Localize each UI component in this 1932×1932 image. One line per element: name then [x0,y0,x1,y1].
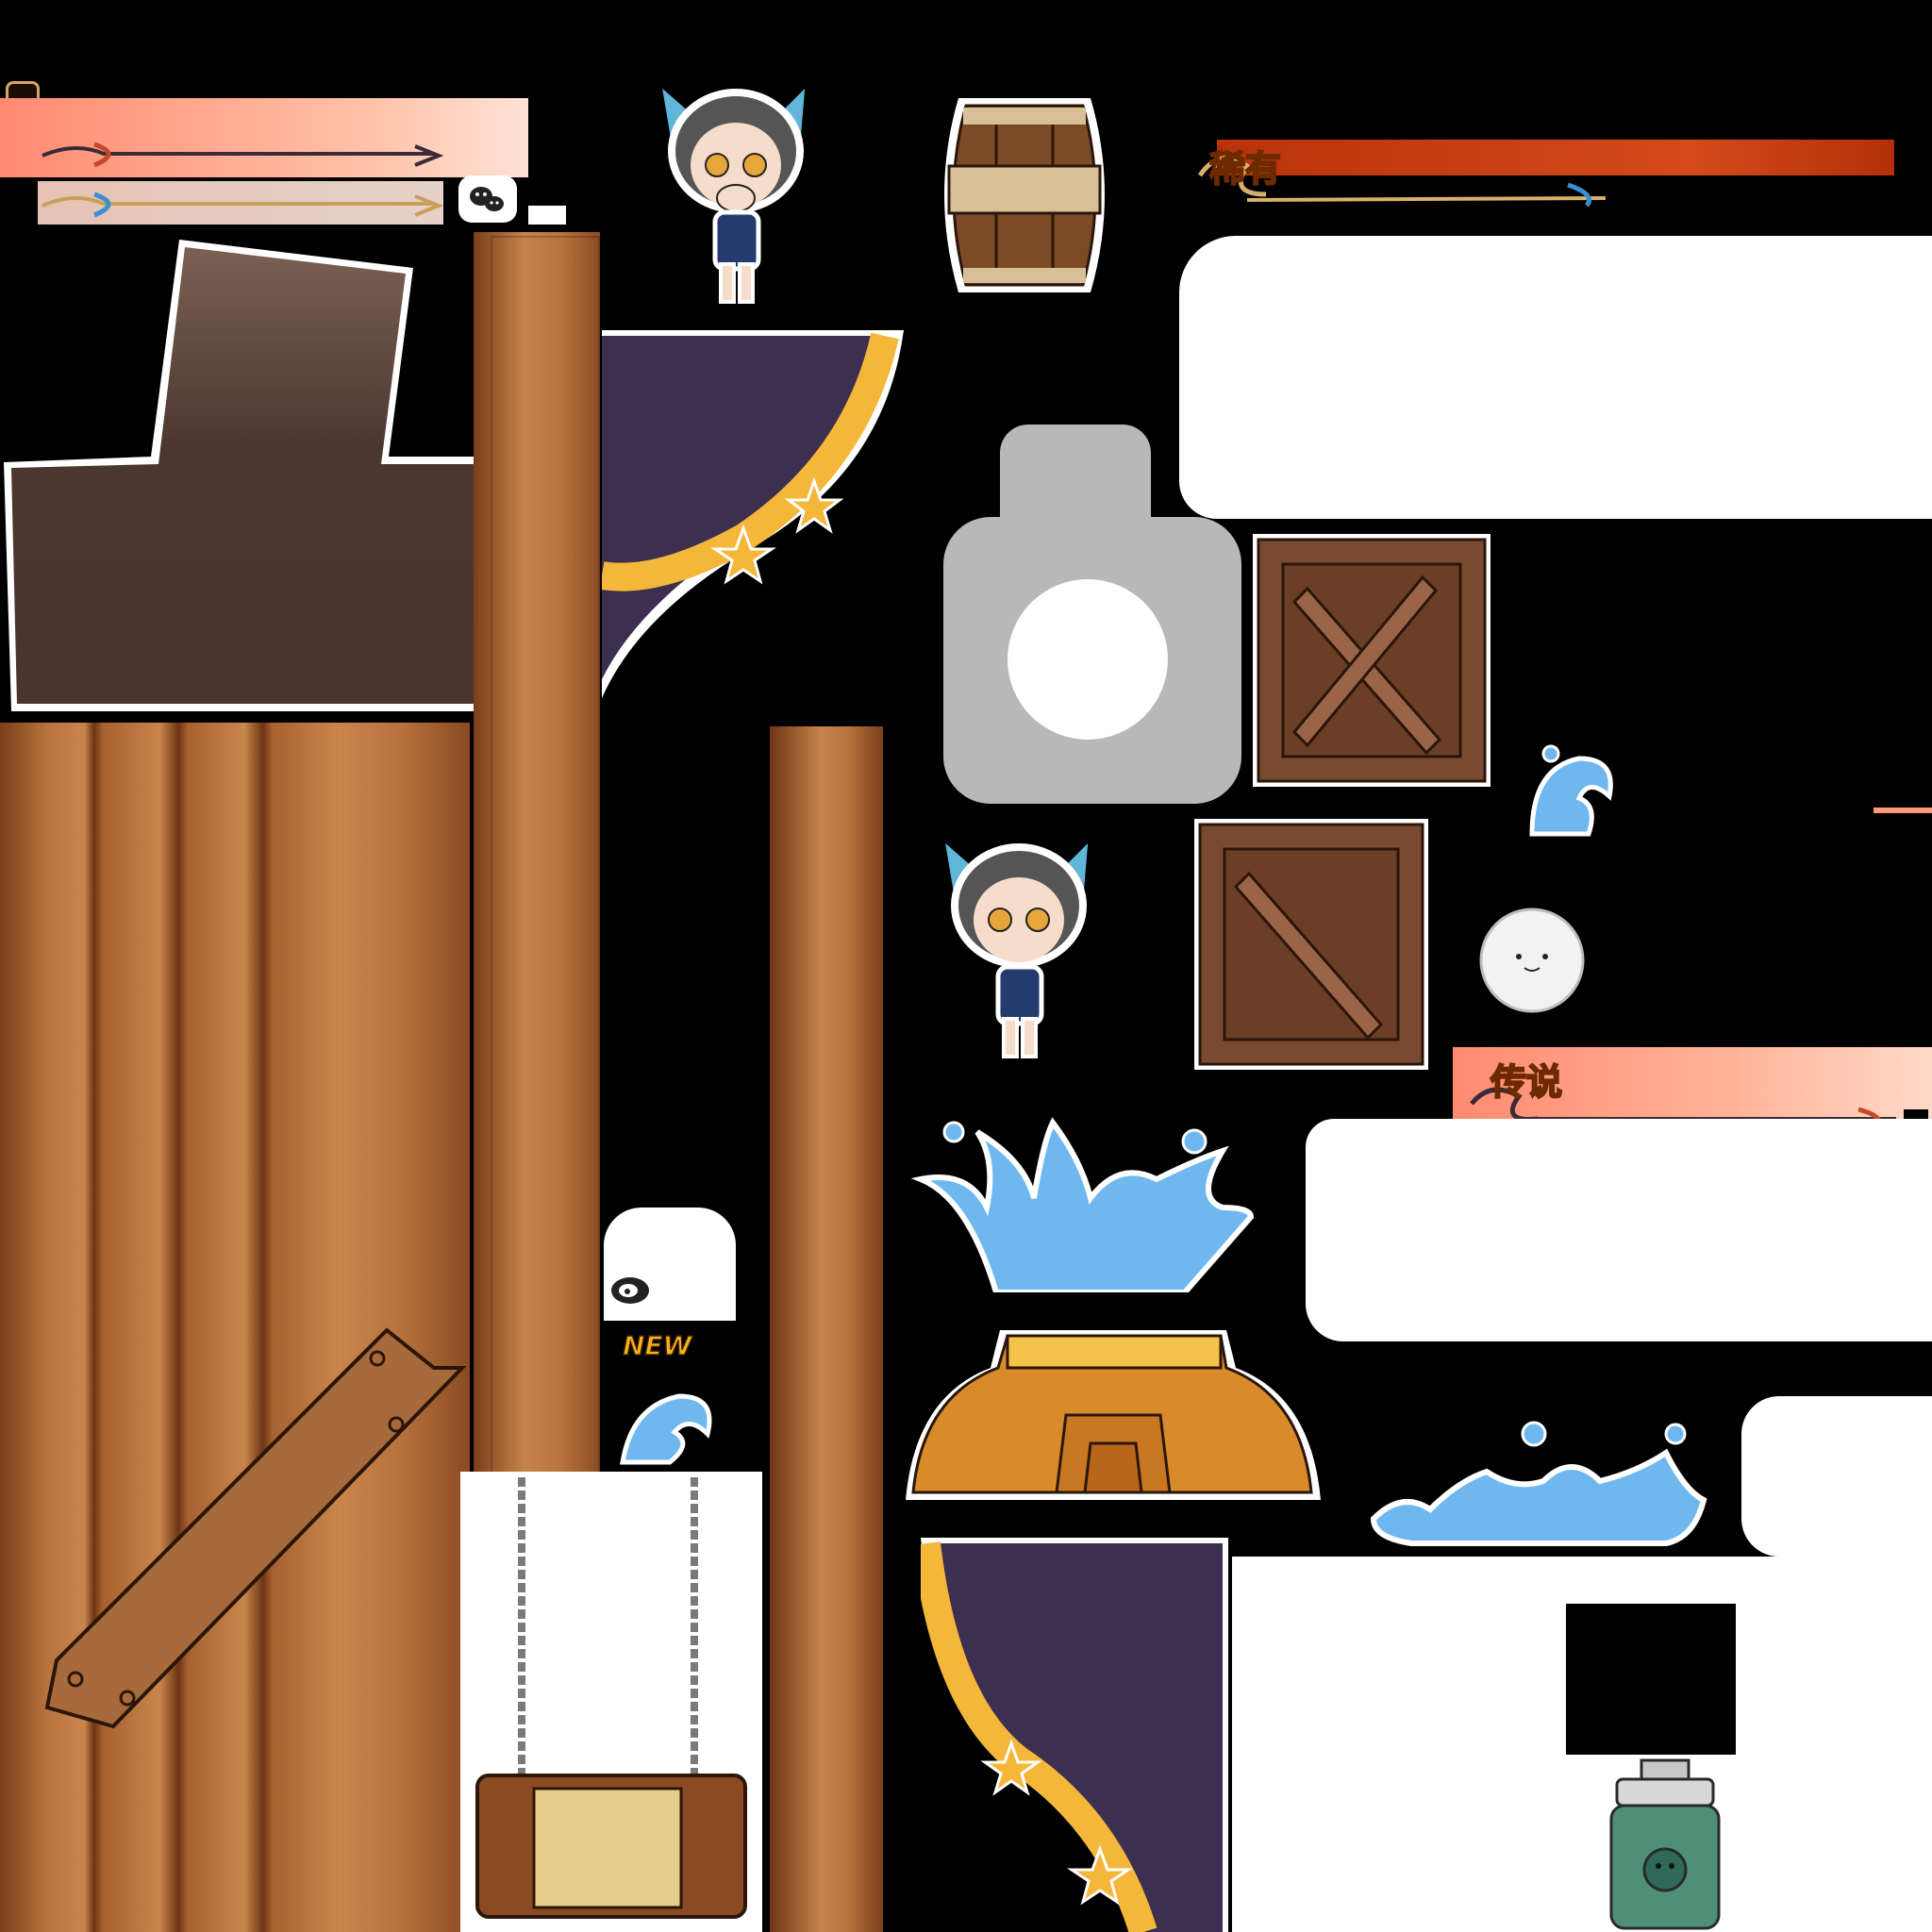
wave-small-icon [620,1393,712,1465]
ornate-line-gold [42,192,443,218]
narrow-wood-plank [770,726,883,1932]
brown-speech-panel [4,240,487,711]
weibo-glyph [611,1277,649,1304]
grey-bubble-top [1000,425,1151,528]
orange-dash [1874,808,1932,813]
wave-icon [1529,744,1613,837]
tall-plank-ext [491,236,600,1481]
wooden-barrel [944,98,1105,292]
splash-icon [911,1117,1255,1292]
white-blob-lower [1741,1396,1932,1557]
black-notch [1566,1604,1736,1755]
rare-label: 稀有 [1208,147,1282,191]
white-blob-mid [1306,1119,1932,1341]
seal-ball-icon [1479,908,1585,1013]
chibi-girl-waving [941,836,1091,1058]
orange-stage-pot [906,1330,1321,1500]
chibi-girl-covering-mouth [658,81,808,304]
wechat-icon[interactable] [458,175,517,223]
curtain-top [602,330,904,698]
wood-wall-crossplank [44,1327,467,1729]
white-chip [528,206,566,225]
legend-label: 传说 [1490,1060,1563,1104]
white-blob-top [1179,236,1932,519]
curtain-bottom [921,1538,1228,1932]
jar-icon [1609,1758,1721,1930]
white-circle [1008,579,1168,740]
puddle-splash-icon [1370,1421,1707,1546]
wooden-crate-x [1253,534,1491,787]
wooden-crate-slash [1194,819,1428,1070]
hanging-wood-sign [475,1477,747,1919]
ornate-line-dark [42,142,443,168]
new-badge: NEW [622,1329,692,1362]
